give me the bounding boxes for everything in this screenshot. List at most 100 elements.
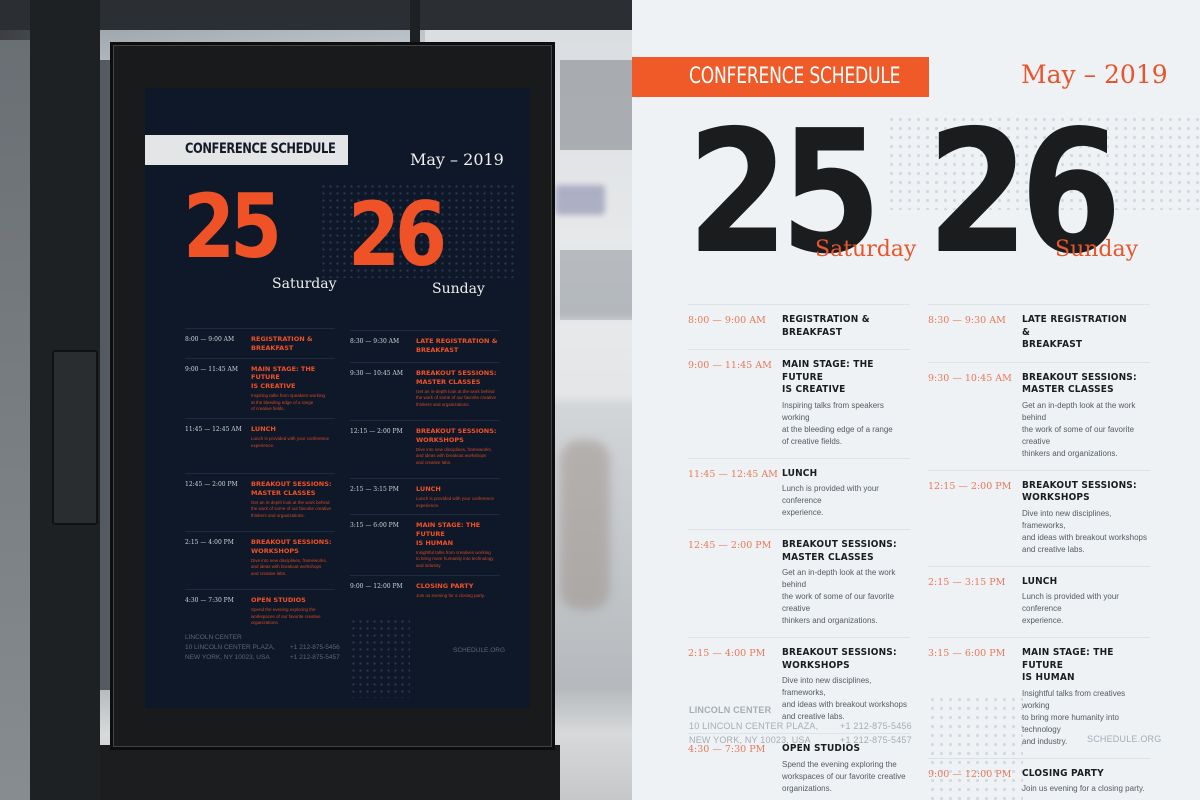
- dark-poster: CONFERENCE SCHEDULE May – 2019 25 Saturd…: [145, 88, 530, 708]
- event-title: MAIN STAGE: THE FUTURE IS CREATIVE: [782, 359, 874, 395]
- day-number: 26: [348, 183, 447, 286]
- event-row: 4:30 — 7:30 PM OPEN STUDIOS Spend the even…: [185, 589, 335, 632]
- event-title: BREAKOUT SESSIONS: WORKSHOPS: [251, 538, 332, 555]
- venue-footer: LINCOLN CENTER 10 LINCOLN CENTER PLAZA, …: [689, 704, 818, 748]
- event-title: LATE REGISTRATION & BREAKFAST: [1022, 314, 1127, 350]
- event-description: Get an in-depth look at the work behind …: [1022, 400, 1136, 458]
- address-line: 10 LINCOLN CENTER PLAZA,: [185, 643, 275, 651]
- event-row: 9:00 — 12:00 PM CLOSING PARTY Join us even…: [350, 574, 500, 605]
- event-time: 12:45 — 2:00 PM: [688, 540, 772, 551]
- schedule-column-day1: 8:00 — 9:00 AM REGISTRATION & BREAKFAST 9…: [185, 328, 335, 632]
- month-year: May – 2019: [410, 150, 504, 169]
- website: SCHEDULE.ORG: [1087, 734, 1162, 744]
- event-row: 9:00 — 11:45 AM MAIN STAGE: THE FUTURE IS…: [688, 349, 910, 458]
- event-title: LUNCH: [1022, 575, 1058, 587]
- event-row: 9:00 — 11:45 AM MAIN STAGE: THE FUTURE IS…: [185, 357, 335, 419]
- event-row: 8:30 — 9:30 AM LATE REGISTRATION & BREAKF…: [350, 330, 500, 362]
- schedule-column-day2: 8:30 — 9:30 AM LATE REGISTRATION & BREAKF…: [350, 330, 500, 604]
- event-time: 8:30 — 9:30 AM: [928, 315, 1006, 326]
- event-time: 9:00 — 12:00 PM: [350, 582, 403, 590]
- event-title: BREAKOUT SESSIONS: MASTER CLASSES: [1022, 371, 1137, 396]
- event-row: 8:00 — 9:00 AM REGISTRATION & BREAKFAST: [688, 304, 910, 349]
- event-description: Spend the evening exploring the workspac…: [782, 759, 906, 793]
- day-name: Sunday: [1055, 237, 1139, 262]
- event-description: Dive into new disciplines, frameworks, a…: [251, 557, 328, 577]
- event-time: 4:30 — 7:30 PM: [688, 744, 766, 755]
- event-row: 9:30 — 10:45 AM BREAKOUT SESSIONS: MASTER…: [928, 361, 1150, 470]
- event-time: 12:45 — 2:00 PM: [185, 481, 238, 489]
- event-title: LUNCH: [416, 485, 441, 493]
- event-time: 2:15 — 3:15 PM: [350, 486, 399, 493]
- day-name: Saturday: [815, 237, 917, 262]
- shelter-side-glass: [0, 40, 30, 800]
- event-description: Lunch is provided with your conference e…: [416, 495, 495, 508]
- poster-title: CONFERENCE SCHEDULE: [185, 141, 336, 157]
- bus-stop-mockup-photo: CONFERENCE SCHEDULE May – 2019 25 Saturd…: [0, 0, 632, 800]
- address-line: NEW YORK, NY 10023, USA: [185, 653, 270, 661]
- day-name: Sunday: [432, 281, 485, 297]
- phone-number: +1 212-875-5457: [840, 734, 912, 745]
- venue-name: LINCOLN CENTER: [185, 634, 242, 641]
- event-row: 2:15 — 3:15 PM LUNCH Lunch is provided wit…: [928, 565, 1150, 638]
- event-description: Lunch is provided with your conference e…: [1022, 592, 1119, 625]
- event-description: Lunch is provided with your conference e…: [251, 435, 330, 448]
- event-time: 2:15 — 3:15 PM: [928, 576, 1006, 588]
- event-row: 9:00 — 12:00 PM CLOSING PARTY Join us even…: [928, 757, 1150, 800]
- event-description: Insightful talks from creatives working …: [416, 549, 494, 569]
- lightbox-base: [100, 745, 560, 800]
- event-row: 2:15 — 3:15 PM LUNCH Lunch is provided wit…: [350, 478, 500, 514]
- event-time: 11:45 — 12:45 AM: [185, 426, 242, 434]
- lightbox-lock-handle: [52, 350, 98, 525]
- event-time: 3:15 — 6:00 PM: [928, 648, 1006, 659]
- event-time: 9:00 — 12:00 PM: [928, 768, 1012, 780]
- event-description: Get an in-depth look at the work behind …: [416, 388, 497, 408]
- event-row: 11:45 — 12:45 AM LUNCH Lunch is provided w…: [185, 418, 335, 473]
- blurred-pedestrian: [560, 440, 610, 610]
- event-time: 12:15 — 2:00 PM: [928, 480, 1012, 492]
- event-title: BREAKOUT SESSIONS: WORKSHOPS: [782, 647, 897, 671]
- event-time: 12:15 — 2:00 PM: [350, 428, 403, 435]
- event-time: 2:15 — 4:00 PM: [185, 539, 234, 547]
- phone-number: +1 212-875-5457: [290, 653, 340, 661]
- venue-name: LINCOLN CENTER: [689, 705, 772, 715]
- event-title: REGISTRATION & BREAKFAST: [782, 314, 870, 338]
- phone-footer: +1 212-875-5456 +1 212-875-5457: [840, 720, 912, 748]
- event-description: Spend the evening exploring the workspac…: [251, 606, 321, 626]
- event-title: CLOSING PARTY: [416, 581, 474, 590]
- phone-footer: +1 212-875-5456 +1 212-875-5457: [290, 643, 340, 663]
- event-time: 8:00 — 9:00 AM: [185, 336, 235, 343]
- website: SCHEDULE.ORG: [453, 647, 506, 654]
- day-number: 25: [183, 175, 282, 278]
- poster-title: CONFERENCE SCHEDULE: [689, 64, 901, 89]
- event-title: MAIN STAGE: THE FUTURE IS HUMAN: [1022, 647, 1114, 683]
- building-window: [560, 60, 632, 150]
- event-row: 3:15 — 6:00 PM MAIN STAGE: THE FUTURE IS …: [350, 514, 500, 575]
- event-description: Inspiring talks from speakers working at…: [782, 400, 893, 446]
- address-line: 10 LINCOLN CENTER PLAZA,: [689, 720, 819, 731]
- event-time: 9:00 — 11:45 AM: [185, 365, 238, 373]
- event-title: BREAKOUT SESSIONS: MASTER CLASSES: [251, 480, 332, 497]
- event-row: 12:45 — 2:00 PM BREAKOUT SESSIONS: MASTER…: [688, 529, 910, 637]
- event-title: BREAKOUT SESSIONS: MASTER CLASSES: [416, 369, 497, 386]
- day-name: Saturday: [272, 276, 337, 292]
- event-row: 8:30 — 9:30 AM LATE REGISTRATION & BREAKF…: [928, 304, 1150, 362]
- event-title: OPEN STUDIOS: [251, 596, 306, 605]
- event-title: MAIN STAGE: THE FUTURE IS CREATIVE: [251, 364, 316, 391]
- event-time: 4:30 — 7:30 PM: [185, 597, 234, 605]
- building-window: [560, 250, 632, 320]
- event-row: 12:15 — 2:00 PM BREAKOUT SESSIONS: WORKSH…: [928, 469, 1150, 566]
- event-description: Lunch is provided with your conference e…: [782, 484, 879, 517]
- event-title: BREAKOUT SESSIONS: WORKSHOPS: [416, 427, 497, 444]
- event-description: Dive into new disciplines, frameworks, a…: [416, 446, 493, 466]
- event-title: LUNCH: [251, 425, 276, 434]
- event-row: 8:00 — 9:00 AM REGISTRATION & BREAKFAST: [185, 328, 335, 358]
- phone-number: +1 212-875-5456: [840, 721, 912, 731]
- event-title: REGISTRATION & BREAKFAST: [251, 335, 313, 352]
- event-row: 9:30 — 10:45 AM BREAKOUT SESSIONS: MASTER…: [350, 362, 500, 420]
- event-description: Dive into new disciplines, frameworks, a…: [1022, 508, 1147, 554]
- blurred-store-sign: [555, 185, 605, 215]
- event-row: 12:45 — 2:00 PM BREAKOUT SESSIONS: MASTER…: [185, 473, 335, 531]
- month-year: May – 2019: [1021, 60, 1168, 89]
- event-time: 8:00 — 9:00 AM: [688, 315, 766, 326]
- venue-footer: LINCOLN CENTER 10 LINCOLN CENTER PLAZA, …: [185, 633, 275, 662]
